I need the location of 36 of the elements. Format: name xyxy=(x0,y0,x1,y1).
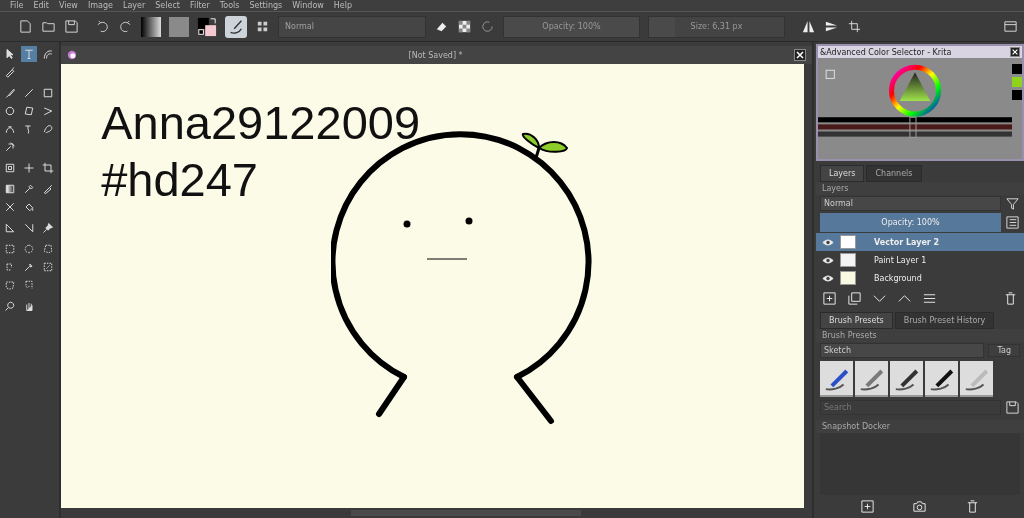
menu-item[interactable]: Edit xyxy=(33,0,49,11)
menu-item[interactable]: Layer xyxy=(122,0,146,11)
menu-item[interactable]: Image xyxy=(87,0,113,11)
docker-title: Brush Presets xyxy=(822,331,877,340)
layer-row[interactable]: Paint Layer 1 xyxy=(816,251,1024,269)
layer-row[interactable]: Vector Layer 2 xyxy=(816,233,1024,251)
size-slider[interactable]: Size: 6,31 px xyxy=(648,15,785,38)
opacity-slider[interactable]: Opacity: 100% xyxy=(820,213,1001,232)
blend-mode-dropdown[interactable]: Normal xyxy=(278,15,426,38)
tag-dropdown[interactable]: Sketch xyxy=(820,343,985,358)
canvas-text: #hd247 xyxy=(101,156,258,203)
menu-item[interactable]: View xyxy=(58,0,78,11)
docker-tab[interactable]: Brush Presets xyxy=(820,312,893,329)
menu-item[interactable]: Settings xyxy=(249,0,283,11)
docker-title: Layers xyxy=(822,184,849,193)
docker-tab[interactable]: Channels xyxy=(866,165,922,182)
menu-item[interactable]: Filter xyxy=(189,0,210,11)
docker-tab[interactable]: Layers xyxy=(820,165,865,182)
menu-item[interactable]: Select xyxy=(155,0,180,11)
menu-item[interactable]: File xyxy=(10,0,24,11)
layer-row[interactable]: Background xyxy=(816,269,1024,287)
opacity-slider[interactable]: Opacity: 100% xyxy=(503,15,640,38)
docker-tab[interactable]: Brush Preset History xyxy=(894,312,995,329)
layer-name: Vector Layer 2 xyxy=(874,237,940,247)
document-title: [Not Saved] * xyxy=(407,50,464,60)
menu-item[interactable]: Tools xyxy=(219,0,240,11)
blend-mode-dropdown[interactable]: Normal xyxy=(820,196,1001,211)
docker-title: Snapshot Docker xyxy=(822,422,890,431)
panel-title: &Advanced Color Selector - Krita xyxy=(820,47,952,57)
drawing-canvas[interactable]: Anna29122009 #hd247 xyxy=(61,64,804,508)
tag-button[interactable]: Tag xyxy=(988,344,1020,357)
menu-item[interactable]: Help xyxy=(333,0,353,11)
canvas-text: Anna29122009 xyxy=(101,99,421,146)
layer-name: Paint Layer 1 xyxy=(874,255,927,265)
layer-name: Background xyxy=(874,273,922,283)
menu-item[interactable]: Window xyxy=(292,0,324,11)
